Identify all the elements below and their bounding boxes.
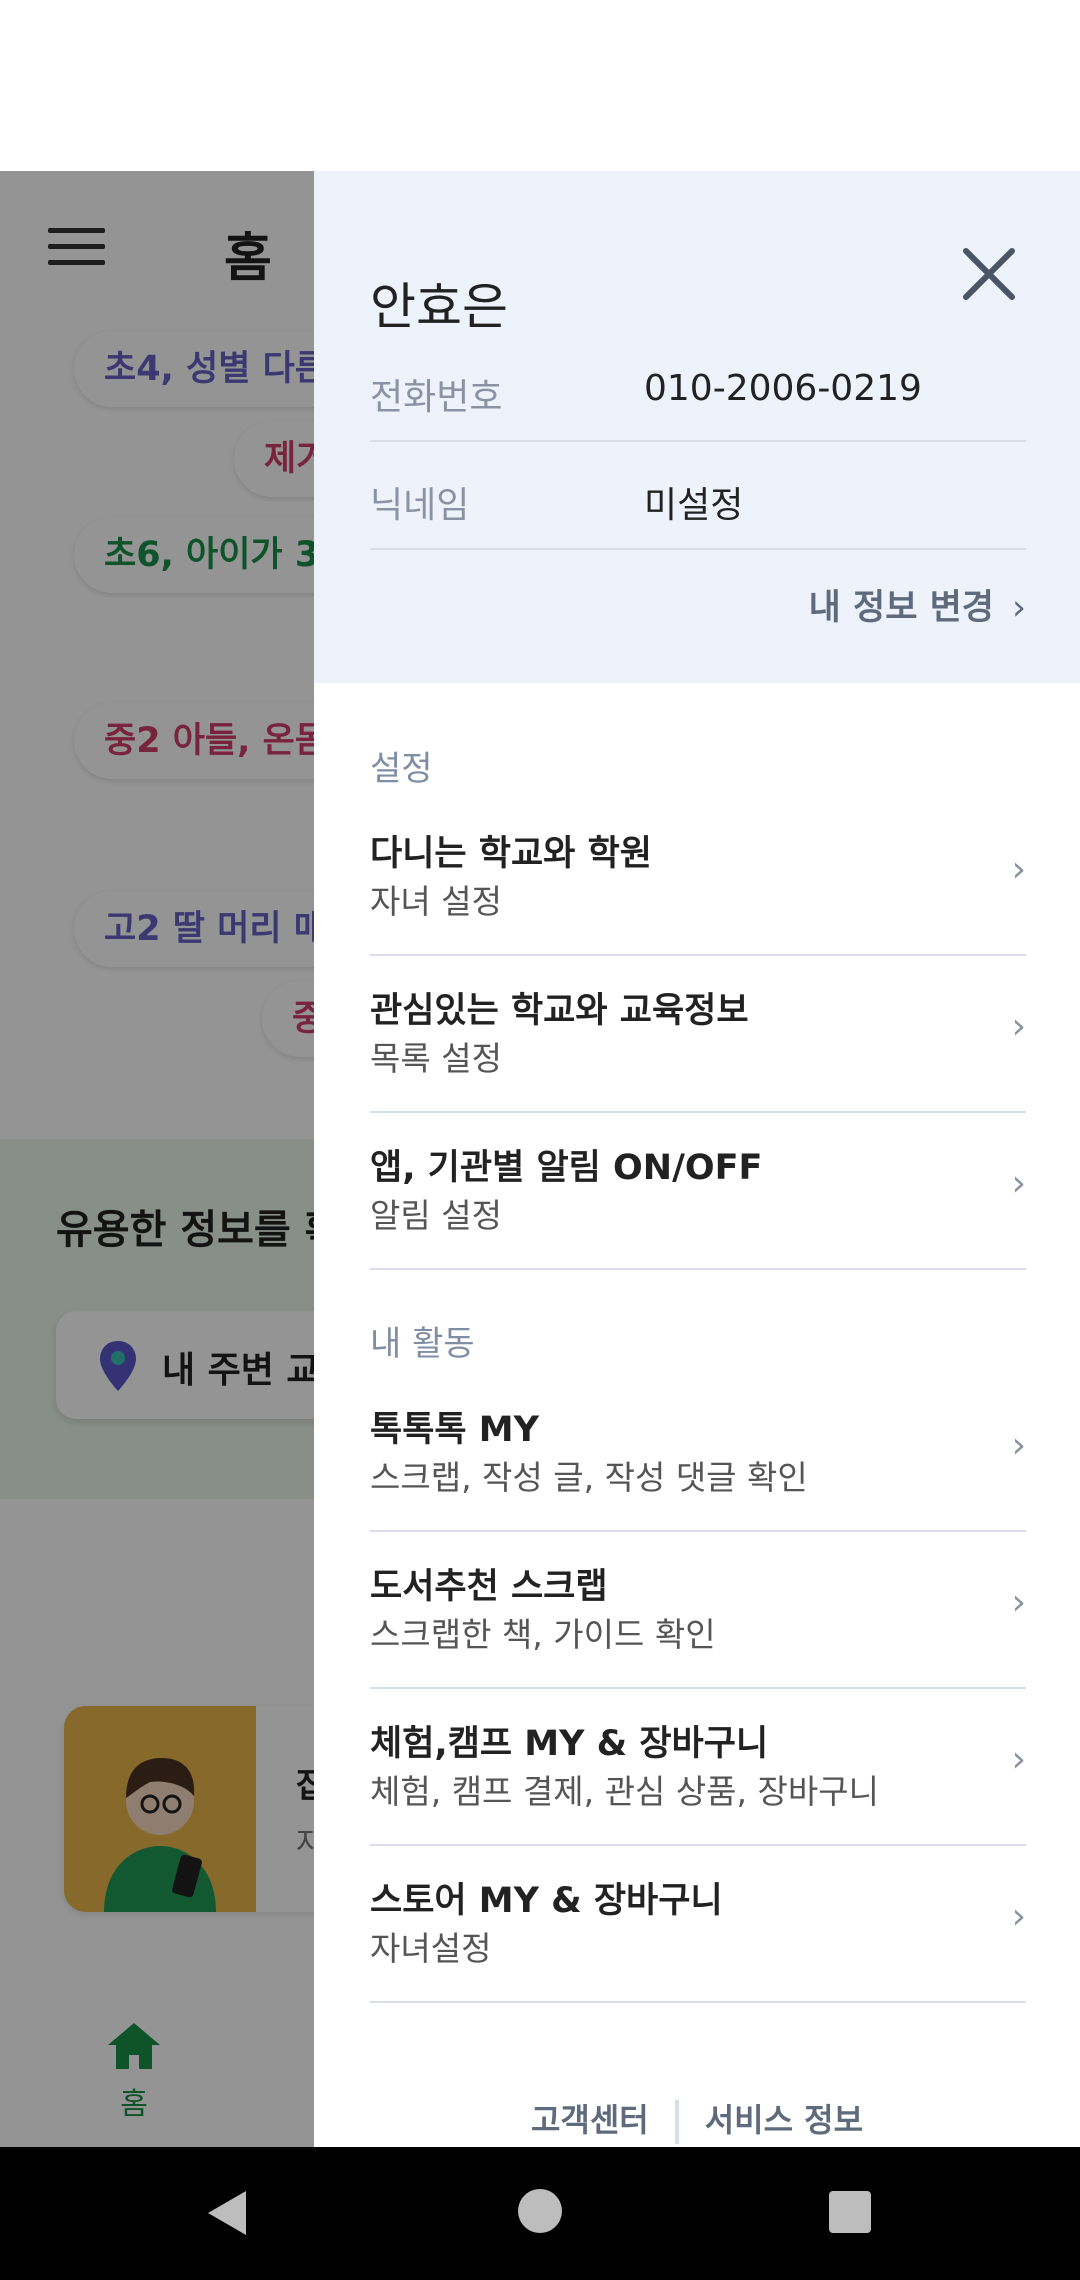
menu-item-store-cart[interactable]: 스토어 MY & 장바구니 자녀설정 › bbox=[370, 1846, 1026, 2003]
nickname-label: 닉네임 bbox=[370, 485, 470, 526]
service-info-link[interactable]: 서비스 정보 bbox=[705, 2101, 863, 2139]
chevron-right-icon: › bbox=[1012, 588, 1026, 628]
menu-item-subtitle: 자녀 설정 bbox=[370, 882, 502, 921]
edit-profile-label: 내 정보 변경 bbox=[808, 588, 994, 628]
menu-item-subtitle: 체험, 캠프 결제, 관심 상품, 장바구니 bbox=[370, 1772, 879, 1811]
section-header-settings: 설정 bbox=[370, 749, 433, 789]
navigation-drawer: 안효은 전화번호 010-2006-0219 닉네임 미설정 내 정보 변경 › … bbox=[314, 171, 1080, 2147]
chevron-right-icon: › bbox=[1011, 849, 1026, 890]
nickname-value: 미설정 bbox=[644, 485, 744, 526]
chevron-right-icon: › bbox=[1011, 1739, 1026, 1780]
menu-item-talk-my[interactable]: 톡톡톡 MY 스크랩, 작성 글, 작성 댓글 확인 › bbox=[370, 1375, 1026, 1532]
user-name: 안효은 bbox=[370, 278, 508, 336]
nickname-row: 닉네임 미설정 bbox=[370, 442, 1026, 550]
menu-item-subtitle: 스크랩, 작성 글, 작성 댓글 확인 bbox=[370, 1458, 808, 1497]
menu-item-camp-cart[interactable]: 체험,캠프 MY & 장바구니 체험, 캠프 결제, 관심 상품, 장바구니 › bbox=[370, 1689, 1026, 1846]
menu-item-book-scrap[interactable]: 도서추천 스크랩 스크랩한 책, 가이드 확인 › bbox=[370, 1532, 1026, 1689]
profile-section: 안효은 전화번호 010-2006-0219 닉네임 미설정 내 정보 변경 › bbox=[314, 171, 1080, 683]
status-bar bbox=[0, 0, 1080, 171]
back-icon[interactable] bbox=[202, 2187, 250, 2239]
menu-item-title: 앱, 기관별 알림 ON/OFF bbox=[370, 1148, 763, 1188]
close-icon[interactable] bbox=[954, 239, 1024, 309]
phone-row: 전화번호 010-2006-0219 bbox=[370, 334, 1026, 442]
edit-profile-link[interactable]: 내 정보 변경 › bbox=[809, 579, 1026, 630]
chevron-right-icon: › bbox=[1011, 1582, 1026, 1623]
drawer-footer: 고객센터 서비스 정보 bbox=[314, 2095, 1080, 2144]
recent-apps-icon[interactable] bbox=[829, 2191, 871, 2233]
menu-item-title: 체험,캠프 MY & 장바구니 bbox=[370, 1724, 769, 1764]
customer-center-link[interactable]: 고객센터 bbox=[531, 2101, 649, 2139]
menu-item-notifications[interactable]: 앱, 기관별 알림 ON/OFF 알림 설정 › bbox=[370, 1113, 1026, 1270]
phone-label: 전화번호 bbox=[370, 377, 503, 418]
menu-item-subtitle: 알림 설정 bbox=[370, 1196, 502, 1235]
menu-item-subtitle: 자녀설정 bbox=[370, 1929, 492, 1968]
menu-item-title: 도서추천 스크랩 bbox=[370, 1567, 608, 1607]
system-navigation-bar bbox=[0, 2147, 1080, 2280]
menu-item-title: 다니는 학교와 학원 bbox=[370, 834, 652, 874]
menu-item-subtitle: 스크랩한 책, 가이드 확인 bbox=[370, 1615, 716, 1654]
menu-item-school[interactable]: 다니는 학교와 학원 자녀 설정 › bbox=[370, 799, 1026, 956]
chevron-right-icon: › bbox=[1011, 1896, 1026, 1937]
menu-item-interests[interactable]: 관심있는 학교와 교육정보 목록 설정 › bbox=[370, 956, 1026, 1113]
chevron-right-icon: › bbox=[1011, 1163, 1026, 1204]
menu-item-title: 관심있는 학교와 교육정보 bbox=[370, 991, 749, 1031]
phone-value: 010-2006-0219 bbox=[644, 368, 922, 409]
footer-divider bbox=[674, 2100, 679, 2144]
chevron-right-icon: › bbox=[1011, 1425, 1026, 1466]
home-circle-icon[interactable] bbox=[518, 2189, 562, 2233]
menu-item-title: 톡톡톡 MY bbox=[370, 1410, 539, 1450]
section-header-activity: 내 활동 bbox=[370, 1324, 475, 1364]
menu-item-subtitle: 목록 설정 bbox=[370, 1039, 502, 1078]
menu-item-title: 스토어 MY & 장바구니 bbox=[370, 1881, 723, 1921]
chevron-right-icon: › bbox=[1011, 1006, 1026, 1047]
